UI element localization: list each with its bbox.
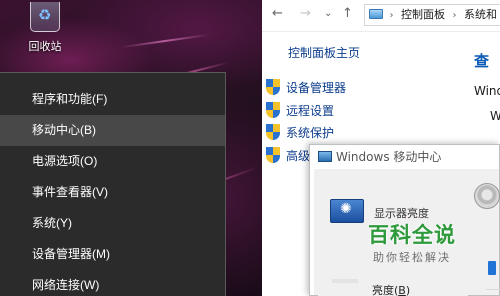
side-link-system-protection[interactable]: 系统保护 xyxy=(266,124,334,142)
side-link-label: 远程设置 xyxy=(286,104,335,118)
control-panel-folder-icon xyxy=(369,9,383,19)
mobility-center-window: Windows 移动中心 显示器亮度 亮度(B) xyxy=(309,144,500,296)
side-link-label: 高级 xyxy=(286,149,311,163)
tile-divider xyxy=(486,289,500,290)
address-bar: ← → ⌄ ↑ › 控制面板 › 系统和 xyxy=(262,0,500,32)
page-title: 查 xyxy=(474,52,490,70)
windows-edition-text: W xyxy=(490,109,500,123)
breadcrumb-control-panel[interactable]: 控制面板 xyxy=(401,8,445,21)
window-title-prefix: Windows xyxy=(336,150,390,164)
wallpaper-streak xyxy=(120,33,210,49)
winx-context-menu: 程序和功能(F) 移动中心(B) 电源选项(O) 事件查看器(V) 系统(Y) … xyxy=(0,72,226,296)
menu-item-power-options[interactable]: 电源选项(O) xyxy=(0,146,225,177)
menu-item-device-manager[interactable]: 设备管理器(M) xyxy=(0,239,225,270)
recycle-bin-icon xyxy=(30,2,60,32)
windows-edition-heading: Wind xyxy=(474,84,500,98)
side-link-label: 系统保护 xyxy=(286,126,335,140)
recycle-bin-label: 回收站 xyxy=(28,40,62,53)
volume-speaker-icon xyxy=(474,183,500,209)
menu-item-programs-features[interactable]: 程序和功能(F) xyxy=(0,84,225,115)
back-arrow-icon[interactable]: ← xyxy=(272,6,283,21)
uac-shield-icon xyxy=(266,124,280,140)
brightness-label: 显示器亮度 xyxy=(374,207,429,220)
forward-arrow-icon[interactable]: → xyxy=(300,6,311,21)
brightness-slider[interactable] xyxy=(332,279,358,283)
recycle-bin-shortcut[interactable]: 回收站 xyxy=(14,0,76,54)
watermark: 百科全说 助你轻松解决 xyxy=(364,222,460,265)
breadcrumb-system-security[interactable]: 系统和 xyxy=(464,8,497,21)
menu-item-system[interactable]: 系统(Y) xyxy=(0,208,225,239)
side-link-label: 设备管理器 xyxy=(286,81,347,95)
menu-item-event-viewer[interactable]: 事件查看器(V) xyxy=(0,177,225,208)
watermark-main-text: 百科全说 xyxy=(368,223,456,247)
brightness-caption: 亮度(B) xyxy=(372,282,410,296)
menu-item-network-connections[interactable]: 网络连接(W) xyxy=(0,270,225,296)
uac-shield-icon xyxy=(266,102,280,118)
side-link-device-manager[interactable]: 设备管理器 xyxy=(266,79,346,97)
breadcrumb-separator-icon: › xyxy=(452,10,457,21)
mobility-center-titlebar[interactable]: Windows 移动中心 xyxy=(310,145,499,169)
side-link-remote-settings[interactable]: 远程设置 xyxy=(266,102,334,120)
watermark-sub-text: 助你轻松解决 xyxy=(373,251,451,264)
breadcrumb-separator-icon: › xyxy=(389,10,394,21)
brightness-access-key: B xyxy=(398,284,406,296)
brightness-caption-text: 亮度( xyxy=(372,284,399,296)
window-title-suffix: 移动中心 xyxy=(393,150,442,164)
recent-locations-chevron-icon[interactable]: ⌄ xyxy=(324,8,332,19)
menu-item-mobility-center[interactable]: 移动中心(B) xyxy=(0,115,225,146)
uac-shield-icon xyxy=(266,79,280,95)
up-arrow-icon[interactable]: ↑ xyxy=(342,6,353,21)
desktop-background: 回收站 程序和功能(F) 移动中心(B) 电源选项(O) 事件查看器(V) 系统… xyxy=(0,0,262,296)
display-brightness-icon xyxy=(330,199,364,223)
side-link-advanced[interactable]: 高级 xyxy=(266,147,310,165)
breadcrumb[interactable]: › 控制面板 › 系统和 xyxy=(364,4,500,26)
brightness-caption-end: ) xyxy=(405,284,411,296)
control-panel-home-link[interactable]: 控制面板主页 xyxy=(288,44,360,61)
mobility-center-app-icon xyxy=(318,151,332,162)
uac-shield-icon xyxy=(266,147,280,163)
volume-level-indicator[interactable] xyxy=(488,261,496,275)
